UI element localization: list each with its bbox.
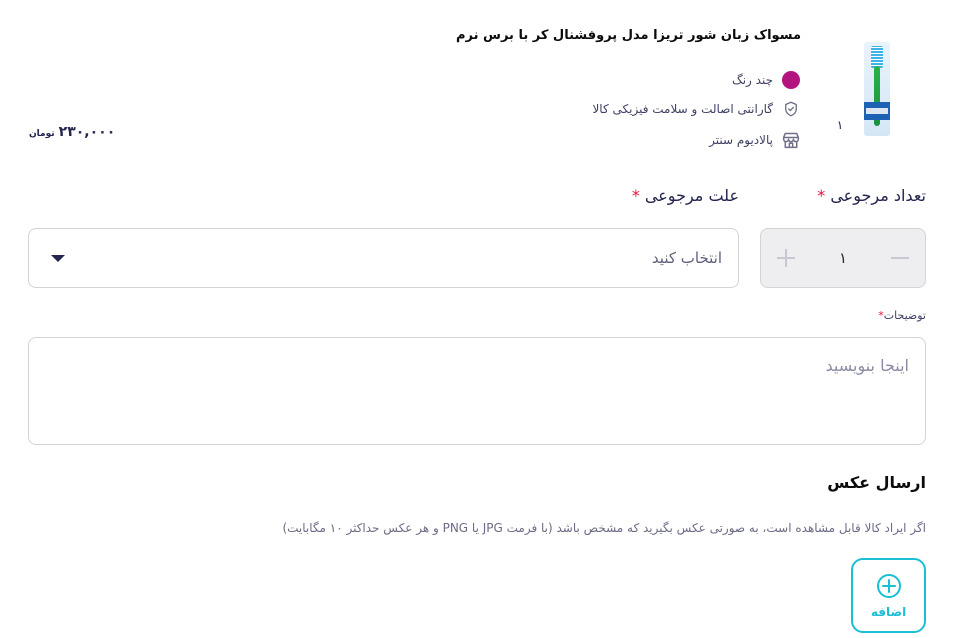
return-reason-select[interactable]: انتخاب کنید: [28, 228, 739, 288]
feature-seller: پالادیوم سنتر: [709, 129, 801, 151]
plus-button[interactable]: [773, 245, 799, 271]
product-title: مسواک زبان شور تریزا مدل پروفشنال کر با …: [456, 28, 801, 43]
feature-color: چند رنگ: [732, 69, 801, 91]
product-price: ۲۳۰,۰۰۰ تومان: [29, 124, 115, 140]
minus-button[interactable]: [887, 245, 913, 271]
description-label-text: توضیحات: [883, 309, 926, 322]
return-count-label-text: تعداد مرجوعی: [830, 186, 926, 205]
return-quantity-value: ۱: [838, 249, 848, 267]
feature-warranty-label: گارانتی اصالت و سلامت فیزیکی کالا: [592, 102, 773, 116]
required-mark: *: [817, 186, 826, 205]
shield-check-icon: [781, 99, 801, 119]
photo-hint: اگر ایراد کالا قابل مشاهده است، به صورتی…: [282, 521, 926, 535]
add-photo-label: اضافه: [870, 604, 907, 619]
feature-warranty: گارانتی اصالت و سلامت فیزیکی کالا: [592, 98, 801, 120]
return-count-label: تعداد مرجوعی *: [817, 186, 926, 205]
return-reason-label: علت مرجوعی *: [632, 186, 739, 205]
product-image: [864, 42, 890, 136]
product-quantity: ۱: [836, 118, 844, 132]
plus-icon: [777, 249, 795, 267]
plus-circle-icon: [876, 573, 901, 598]
return-quantity-stepper[interactable]: ۱: [760, 228, 926, 288]
chevron-down-icon: [51, 254, 65, 262]
description-label: توضیحات*: [878, 309, 926, 322]
price-value: ۲۳۰,۰۰۰: [58, 124, 116, 140]
feature-color-label: چند رنگ: [731, 73, 773, 87]
store-icon: [781, 130, 801, 150]
description-textarea[interactable]: [28, 337, 926, 445]
price-currency: تومان: [29, 129, 55, 139]
required-mark: *: [631, 186, 640, 205]
minus-icon: [891, 257, 909, 259]
color-dot-icon: [781, 70, 801, 90]
add-photo-button[interactable]: اضافه: [851, 558, 926, 633]
feature-seller-label: پالادیوم سنتر: [709, 133, 773, 147]
photo-section-title: ارسال عکس: [827, 473, 926, 492]
return-reason-label-text: علت مرجوعی: [644, 186, 739, 205]
return-reason-placeholder: انتخاب کنید: [651, 249, 722, 267]
